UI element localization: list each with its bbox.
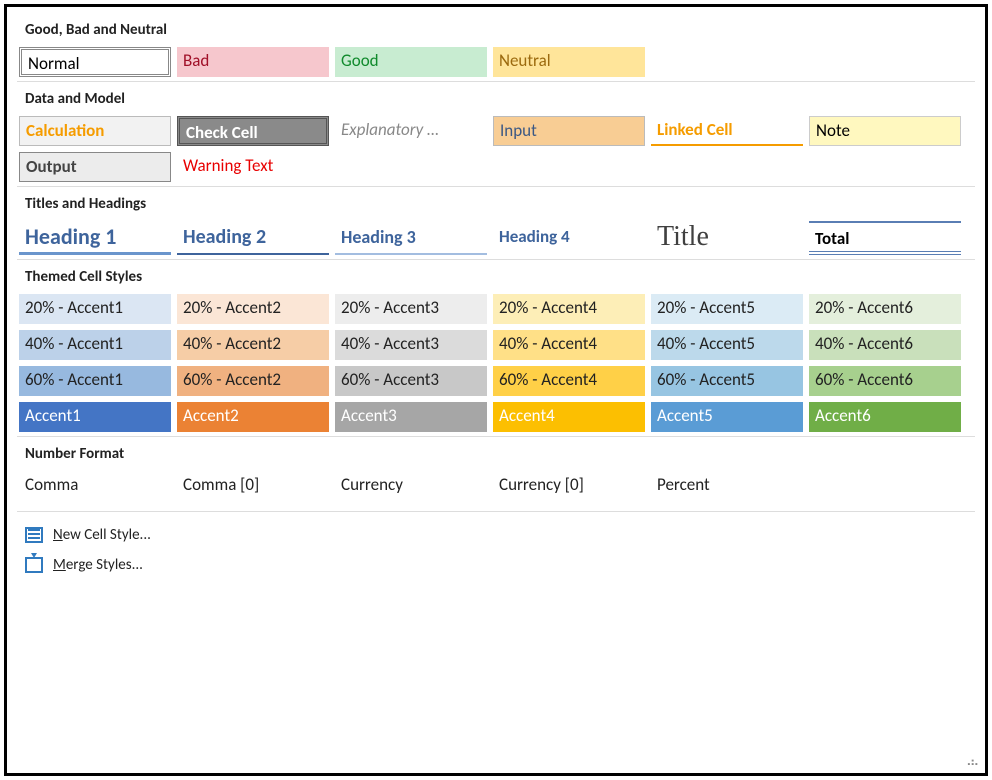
merge-styles-label: Merge Styles... [53,556,143,574]
section-title-themed: Themed Cell Styles [17,262,975,294]
style-heading-4[interactable]: Heading 4 [493,221,645,255]
style-40-accent2[interactable]: 40% - Accent2 [177,330,329,360]
titles-grid: Heading 1 Heading 2 Heading 3 Heading 4 … [17,221,975,255]
style-explanatory[interactable]: Explanatory … [335,116,487,146]
data-model-grid: Calculation Check Cell Explanatory … Inp… [17,116,975,182]
style-40-accent5[interactable]: 40% - Accent5 [651,330,803,360]
style-neutral[interactable]: Neutral [493,47,645,77]
section-title-gbn: Good, Bad and Neutral [17,15,975,47]
style-comma-0[interactable]: Comma [0] [177,471,329,501]
style-note[interactable]: Note [809,116,961,146]
gbn-grid: Normal Bad Good Neutral [17,47,975,77]
new-style-label: New Cell Style... [53,526,151,544]
style-good[interactable]: Good [335,47,487,77]
style-accent3[interactable]: Accent3 [335,402,487,432]
divider [17,186,975,187]
style-normal[interactable]: Normal [19,47,171,77]
style-60-accent1[interactable]: 60% - Accent1 [19,366,171,396]
style-60-accent6[interactable]: 60% - Accent6 [809,366,961,396]
style-20-accent3[interactable]: 20% - Accent3 [335,294,487,324]
style-accent6[interactable]: Accent6 [809,402,961,432]
style-check-cell[interactable]: Check Cell [177,116,329,146]
style-40-accent3[interactable]: 40% - Accent3 [335,330,487,360]
style-60-accent4[interactable]: 60% - Accent4 [493,366,645,396]
style-60-accent5[interactable]: 60% - Accent5 [651,366,803,396]
style-20-accent4[interactable]: 20% - Accent4 [493,294,645,324]
divider [17,259,975,260]
style-input[interactable]: Input [493,116,645,146]
style-heading-3[interactable]: Heading 3 [335,221,487,255]
style-linked-cell[interactable]: Linked Cell [651,116,803,146]
resize-grip-icon[interactable]: ⠴⠄ [966,755,981,770]
style-accent1[interactable]: Accent1 [19,402,171,432]
section-title-titles: Titles and Headings [17,189,975,221]
style-comma[interactable]: Comma [19,471,171,501]
style-40-accent1[interactable]: 40% - Accent1 [19,330,171,360]
style-40-accent6[interactable]: 40% - Accent6 [809,330,961,360]
style-calculation[interactable]: Calculation [19,116,171,146]
divider [17,436,975,437]
style-percent[interactable]: Percent [651,471,803,501]
style-heading-1[interactable]: Heading 1 [19,221,171,255]
style-heading-2[interactable]: Heading 2 [177,221,329,255]
section-title-numfmt: Number Format [17,439,975,471]
merge-styles-icon [25,557,43,573]
style-60-accent2[interactable]: 60% - Accent2 [177,366,329,396]
style-warning-text[interactable]: Warning Text [177,152,329,182]
cell-styles-gallery: Good, Bad and Neutral Normal Bad Good Ne… [4,4,988,776]
footer: New Cell Style... Merge Styles... [17,511,975,580]
numfmt-grid: Comma Comma [0] Currency Currency [0] Pe… [17,471,975,501]
style-output[interactable]: Output [19,152,171,182]
style-40-accent4[interactable]: 40% - Accent4 [493,330,645,360]
style-bad[interactable]: Bad [177,47,329,77]
style-accent5[interactable]: Accent5 [651,402,803,432]
style-currency-0[interactable]: Currency [0] [493,471,645,501]
divider [17,81,975,82]
style-currency[interactable]: Currency [335,471,487,501]
new-style-icon [25,527,43,543]
style-20-accent6[interactable]: 20% - Accent6 [809,294,961,324]
style-20-accent2[interactable]: 20% - Accent2 [177,294,329,324]
style-total[interactable]: Total [809,221,961,255]
new-cell-style-button[interactable]: New Cell Style... [17,520,975,550]
style-60-accent3[interactable]: 60% - Accent3 [335,366,487,396]
themed-grid: 20% - Accent1 20% - Accent2 20% - Accent… [17,294,975,432]
style-accent2[interactable]: Accent2 [177,402,329,432]
style-20-accent1[interactable]: 20% - Accent1 [19,294,171,324]
style-title[interactable]: Title [651,221,803,255]
style-accent4[interactable]: Accent4 [493,402,645,432]
section-title-data-model: Data and Model [17,84,975,116]
style-20-accent5[interactable]: 20% - Accent5 [651,294,803,324]
merge-styles-button[interactable]: Merge Styles... [17,550,975,580]
